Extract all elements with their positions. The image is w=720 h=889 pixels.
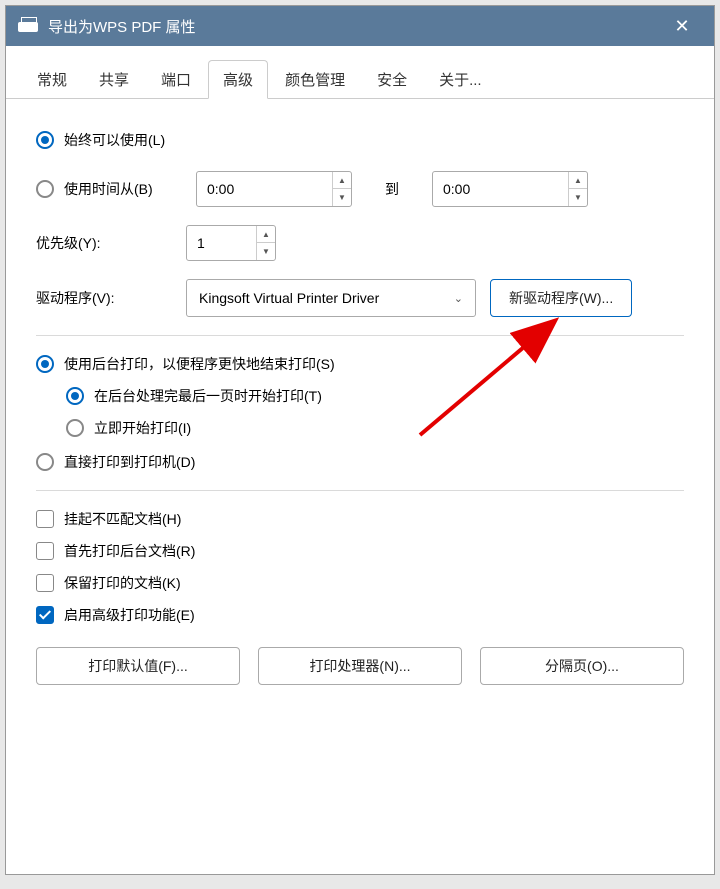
priority-label: 优先级(Y): [36,233,186,253]
priority-input[interactable]: 1 ▲ ▼ [186,225,276,261]
new-driver-button[interactable]: 新驱动程序(W)... [490,279,632,317]
radio-always-available[interactable] [36,131,54,149]
time-from-up[interactable]: ▲ [333,172,351,189]
spooled-first-label: 首先打印后台文档(R) [64,541,195,561]
time-from-value: 0:00 [197,181,332,197]
printer-icon [18,17,38,35]
radio-use-spool[interactable] [36,355,54,373]
time-from-down[interactable]: ▼ [333,189,351,206]
checkbox-advanced-features[interactable] [36,606,54,624]
time-to-down[interactable]: ▼ [569,189,587,206]
time-to-input[interactable]: 0:00 ▲ ▼ [432,171,588,207]
checkbox-spooled-first[interactable] [36,542,54,560]
keep-docs-label: 保留打印的文档(K) [64,573,181,593]
divider [36,335,684,336]
window-title: 导出为WPS PDF 属性 [48,16,662,37]
checkbox-keep-docs[interactable] [36,574,54,592]
after-last-page-label: 在后台处理完最后一页时开始打印(T) [94,386,322,406]
tab-color-management[interactable]: 颜色管理 [270,60,360,98]
time-to-up[interactable]: ▲ [569,172,587,189]
driver-selected: Kingsoft Virtual Printer Driver [199,290,454,306]
printing-defaults-button[interactable]: 打印默认值(F)... [36,647,240,685]
tab-content: 始终可以使用(L) 使用时间从(B) 0:00 ▲ ▼ 到 0:00 ▲ ▼ [6,99,714,874]
tab-strip: 常规 共享 端口 高级 颜色管理 安全 关于... [6,46,714,99]
titlebar: 导出为WPS PDF 属性 ✕ [6,6,714,46]
advanced-features-label: 启用高级打印功能(E) [64,605,195,625]
to-label: 到 [352,179,432,199]
immediate-label: 立即开始打印(I) [94,418,191,438]
radio-after-last-page[interactable] [66,387,84,405]
driver-label: 驱动程序(V): [36,288,186,308]
priority-down[interactable]: ▼ [257,243,275,260]
radio-direct-print[interactable] [36,453,54,471]
properties-dialog: 导出为WPS PDF 属性 ✕ 常规 共享 端口 高级 颜色管理 安全 关于..… [5,5,715,875]
close-button[interactable]: ✕ [662,6,702,46]
tab-sharing[interactable]: 共享 [84,60,144,98]
direct-print-label: 直接打印到打印机(D) [64,452,195,472]
chevron-down-icon: ⌄ [454,292,463,305]
driver-select[interactable]: Kingsoft Virtual Printer Driver ⌄ [186,279,476,317]
always-available-label: 始终可以使用(L) [64,130,165,150]
priority-up[interactable]: ▲ [257,226,275,243]
hold-mismatch-label: 挂起不匹配文档(H) [64,509,181,529]
use-spool-label: 使用后台打印，以便程序更快地结束打印(S) [64,354,335,374]
radio-schedule[interactable] [36,180,54,198]
schedule-label: 使用时间从(B) [64,179,196,199]
time-from-input[interactable]: 0:00 ▲ ▼ [196,171,352,207]
tab-advanced[interactable]: 高级 [208,60,268,99]
radio-immediate[interactable] [66,419,84,437]
tab-security[interactable]: 安全 [362,60,422,98]
time-to-value: 0:00 [433,181,568,197]
separator-page-button[interactable]: 分隔页(O)... [480,647,684,685]
tab-general[interactable]: 常规 [22,60,82,98]
divider [36,490,684,491]
tab-about[interactable]: 关于... [424,60,497,98]
priority-value: 1 [187,235,256,251]
checkbox-hold-mismatch[interactable] [36,510,54,528]
print-processor-button[interactable]: 打印处理器(N)... [258,647,462,685]
tab-ports[interactable]: 端口 [146,60,206,98]
